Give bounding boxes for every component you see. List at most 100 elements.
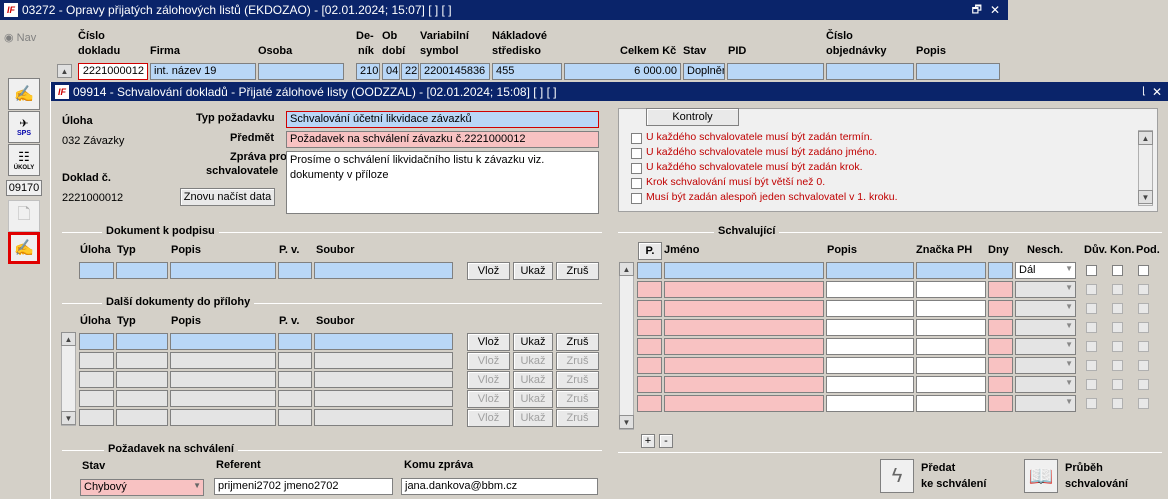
scroll-up-icon[interactable]: ▲ [57,64,72,78]
add-row-button[interactable]: + [641,434,655,448]
dalsi-pv-field[interactable] [278,409,312,426]
zrus-button[interactable]: Zruš [556,352,599,370]
dalsi-popis-field[interactable] [170,390,276,407]
dalsi-typ-field[interactable] [116,409,168,426]
dalsi-typ-field[interactable] [116,333,168,350]
schv-dny-field[interactable] [988,395,1013,412]
schv-kon-checkbox[interactable] [1112,265,1123,276]
dalsi-uloha-field[interactable] [79,409,114,426]
reload-data-button[interactable]: Znovu načíst data [180,188,275,206]
back-osoba-field[interactable] [258,63,344,80]
ukaz-button[interactable]: Ukaž [513,409,553,427]
vloz-button[interactable]: Vlož [467,390,510,408]
scroll-down-icon[interactable]: ▼ [1138,190,1153,204]
schv-jmeno-field[interactable] [664,357,824,374]
podpis-soubor-field[interactable] [314,262,453,279]
schv-kon-checkbox[interactable] [1112,322,1123,333]
back-doklad-field[interactable]: 2221000012 [78,63,148,80]
back-ob2-field[interactable]: 22 [401,63,419,80]
schv-pod-checkbox[interactable] [1138,360,1149,371]
schv-dny-field[interactable] [988,281,1013,298]
vloz-button[interactable]: Vlož [467,352,510,370]
schv-znacka-field[interactable] [916,338,986,355]
schv-jmeno-field[interactable] [664,338,824,355]
schv-kon-checkbox[interactable] [1112,398,1123,409]
schv-popis-field[interactable] [826,395,914,412]
dalsi-popis-field[interactable] [170,371,276,388]
schv-duv-checkbox[interactable] [1086,303,1097,314]
schv-znacka-field[interactable] [916,357,986,374]
ukaz-button[interactable]: Ukaž [513,262,553,280]
schv-nesch-select[interactable]: ▼ [1015,319,1076,336]
schv-duv-checkbox[interactable] [1086,284,1097,295]
dalsi-pv-field[interactable] [278,390,312,407]
back-den-field[interactable]: 210 [356,63,380,80]
predmet-field[interactable]: Požadavek na schválení závazku č.2221000… [286,131,599,148]
stav-select[interactable]: Chybový ▼ [80,479,204,496]
schv-dny-field[interactable] [988,300,1013,317]
lightning-icon[interactable]: ϟ [880,459,914,493]
schv-jmeno-field[interactable] [664,262,824,279]
schv-popis-field[interactable] [826,376,914,393]
schv-kon-checkbox[interactable] [1112,360,1123,371]
scroll-down-icon[interactable]: ▼ [61,411,76,425]
schv-popis-field[interactable] [826,262,914,279]
dalsi-uloha-field[interactable] [79,352,114,369]
schv-popis-field[interactable] [826,281,914,298]
remove-row-button[interactable]: - [659,434,673,448]
schv-nesch-select[interactable]: ▼ [1015,300,1076,317]
schv-znacka-field[interactable] [916,319,986,336]
error-checkbox[interactable] [631,193,642,204]
schv-pod-checkbox[interactable] [1138,265,1149,276]
prubeh-label[interactable]: Průběh [1065,462,1103,474]
zrus-button[interactable]: Zruš [556,390,599,408]
zprava-field[interactable]: Prosíme o schválení likvidačního listu k… [286,151,599,214]
back-stredisko-field[interactable]: 455 [492,63,562,80]
schv-nesch-select[interactable]: ▼ [1015,357,1076,374]
sign-tool-icon[interactable]: ✍ [8,78,40,110]
book-icon[interactable]: 📖 [1024,459,1058,493]
vloz-button[interactable]: Vlož [467,371,510,389]
dalsi-typ-field[interactable] [116,390,168,407]
schv-nesch-select[interactable]: Dál ▼ [1015,262,1076,279]
dalsi-typ-field[interactable] [116,371,168,388]
schv-dny-field[interactable] [988,262,1013,279]
schv-dny-field[interactable] [988,319,1013,336]
vloz-button[interactable]: Vlož [467,333,510,351]
schv-pod-checkbox[interactable] [1138,322,1149,333]
back-firma-field[interactable]: int. název 19 [150,63,256,80]
schv-kon-checkbox[interactable] [1112,303,1123,314]
schv-popis-field[interactable] [826,357,914,374]
schv-kon-checkbox[interactable] [1112,341,1123,352]
dalsi-soubor-field[interactable] [314,390,453,407]
tasks-tool-icon[interactable]: ☷ ÚKOLY [8,144,40,176]
approval-tool-icon[interactable]: ✍ [8,232,40,264]
dalsi-soubor-field[interactable] [314,333,453,350]
schv-nesch-select[interactable]: ▼ [1015,395,1076,412]
schv-jmeno-field[interactable] [664,319,824,336]
dalsi-popis-field[interactable] [170,352,276,369]
minimize-icon[interactable]: ⌊ [1142,86,1146,97]
schv-dny-field[interactable] [988,338,1013,355]
schv-p-field[interactable] [637,376,662,393]
schv-pod-checkbox[interactable] [1138,341,1149,352]
back-vs-field[interactable]: 2200145836 [420,63,490,80]
back-pid-field[interactable] [727,63,824,80]
schv-kon-checkbox[interactable] [1112,284,1123,295]
schv-duv-checkbox[interactable] [1086,379,1097,390]
prubeh-label-2[interactable]: schvalování [1065,478,1128,490]
dalsi-popis-field[interactable] [170,333,276,350]
podpis-pv-field[interactable] [278,262,312,279]
zrus-button[interactable]: Zruš [556,371,599,389]
podpis-uloha-field[interactable] [79,262,114,279]
vloz-button[interactable]: Vlož [467,409,510,427]
ukaz-button[interactable]: Ukaž [513,390,553,408]
schv-jmeno-field[interactable] [664,281,824,298]
ukaz-button[interactable]: Ukaž [513,371,553,389]
schv-nesch-select[interactable]: ▼ [1015,338,1076,355]
schv-jmeno-field[interactable] [664,395,824,412]
schv-p-field[interactable] [637,281,662,298]
dalsi-soubor-field[interactable] [314,371,453,388]
schv-jmeno-field[interactable] [664,376,824,393]
scroll-up-icon[interactable]: ▲ [61,332,76,346]
